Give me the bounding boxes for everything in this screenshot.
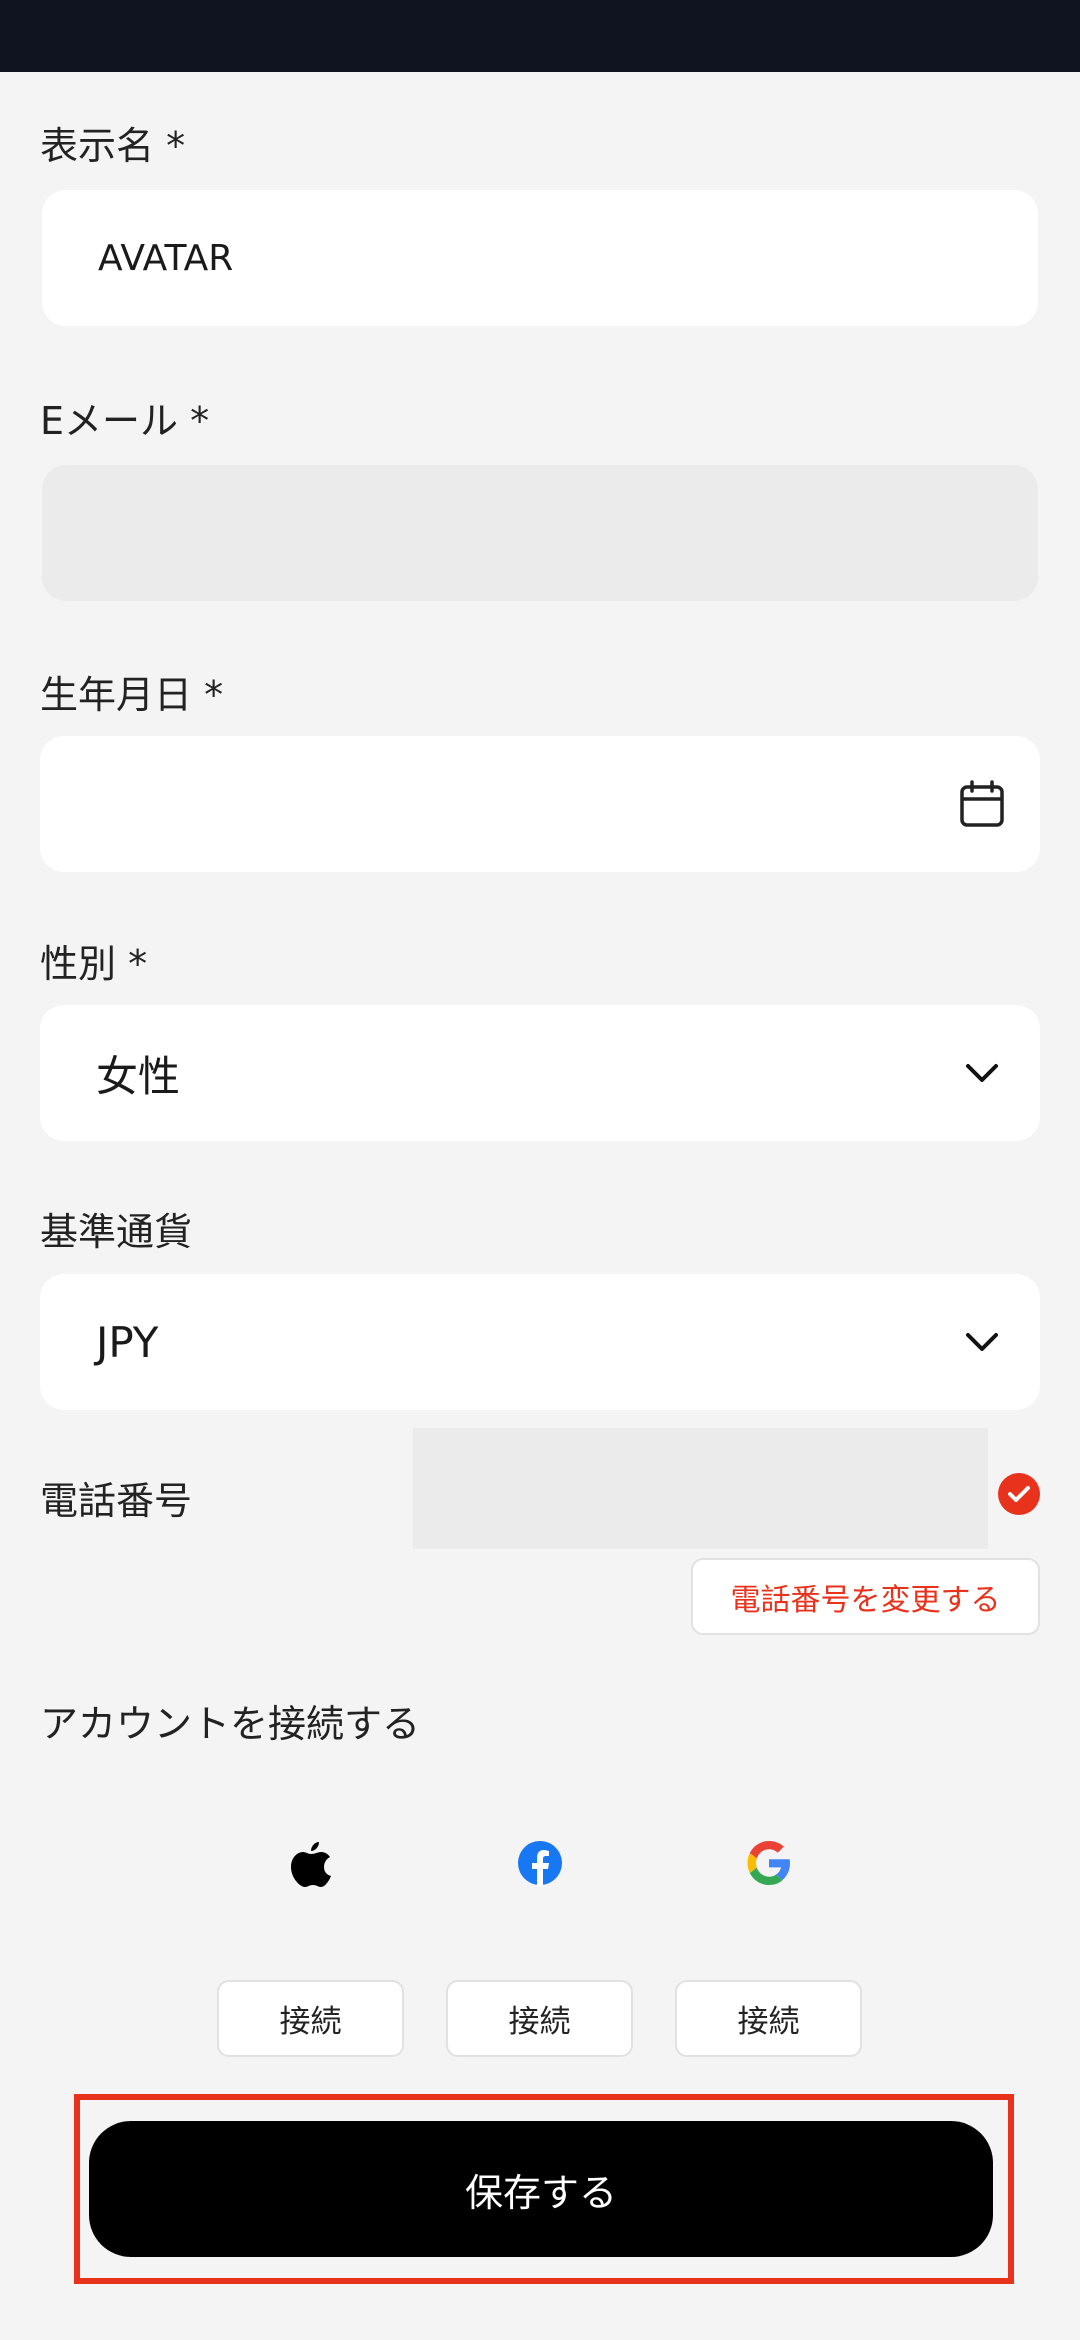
phone-label: 電話番号 <box>40 1479 193 1523</box>
change-phone-button[interactable]: 電話番号を変更する <box>691 1558 1040 1635</box>
currency-select[interactable]: JPY <box>40 1274 1040 1410</box>
display-name-label: 表示名 * <box>40 124 186 168</box>
birthdate-input[interactable] <box>40 736 1040 872</box>
connect-apple-button[interactable]: 接続 <box>217 1980 404 2057</box>
apple-icon <box>286 1838 336 1888</box>
calendar-icon[interactable] <box>956 778 1008 830</box>
gender-label: 性別 * <box>40 942 148 986</box>
facebook-icon <box>515 1838 565 1888</box>
gender-value: 女性 <box>96 1051 181 1101</box>
display-name-input[interactable]: AVATAR <box>42 190 1038 326</box>
status-bar <box>0 0 1080 72</box>
connect-google-button[interactable]: 接続 <box>675 1980 862 2057</box>
email-label: Eメール * <box>40 399 210 443</box>
google-icon <box>744 1838 794 1888</box>
connect-facebook-button[interactable]: 接続 <box>446 1980 633 2057</box>
connect-accounts-title: アカウントを接続する <box>40 1702 421 1746</box>
display-name-value: AVATAR <box>98 237 234 279</box>
chevron-down-icon <box>956 1316 1008 1368</box>
phone-number-field <box>413 1428 988 1549</box>
birthdate-label: 生年月日 * <box>40 673 224 717</box>
currency-value: JPY <box>96 1317 159 1367</box>
email-field <box>42 465 1038 601</box>
chevron-down-icon <box>956 1047 1008 1099</box>
gender-select[interactable]: 女性 <box>40 1005 1040 1141</box>
check-circle-icon <box>998 1473 1040 1515</box>
save-button[interactable]: 保存する <box>89 2121 993 2257</box>
currency-label: 基準通貨 <box>40 1210 193 1254</box>
